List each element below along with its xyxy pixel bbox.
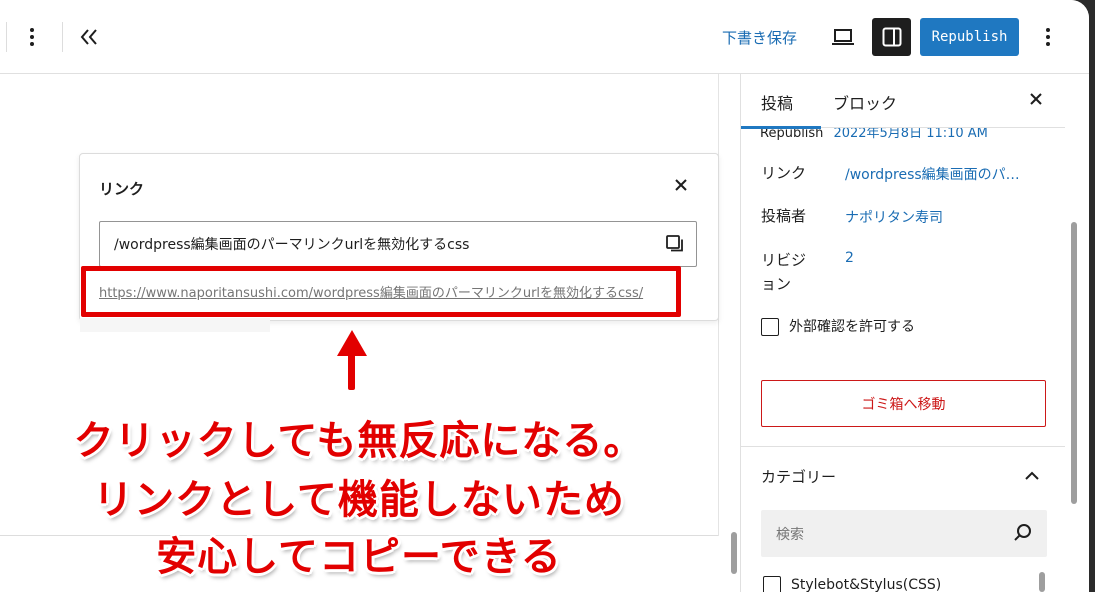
permalink-value-link[interactable]: /wordpress編集画面のパ…	[845, 164, 1020, 184]
vertical-ellipsis-icon[interactable]	[1036, 22, 1060, 52]
move-to-trash-button[interactable]: ゴミ箱へ移動	[761, 380, 1046, 427]
annotation-line-2: リンクとして機能しないため	[93, 477, 625, 523]
annotation-line-1: クリックしても無反応になる。	[73, 418, 645, 464]
double-chevron-left-icon[interactable]	[76, 24, 102, 50]
author-value-link[interactable]: ナポリタン寿司	[845, 207, 943, 227]
allow-external-checkbox[interactable]	[761, 318, 779, 336]
slug-value: /wordpress編集画面のパーマリンクurlを無効化するcss	[114, 237, 470, 253]
tab-post[interactable]: 投稿	[761, 90, 793, 114]
tab-block[interactable]: ブロック	[833, 90, 897, 114]
active-tab-indicator	[741, 126, 821, 129]
category-list-scrollbar[interactable]	[1039, 572, 1045, 592]
allow-external-label: 外部確認を許可する	[789, 319, 915, 335]
annotation-line-3: 安心してコピーできる	[156, 534, 562, 580]
copy-icon[interactable]	[666, 235, 684, 253]
toolbar-separator	[6, 22, 7, 52]
toolbar-separator	[62, 22, 63, 52]
author-label: 投稿者	[761, 207, 807, 225]
republish-button[interactable]: Republish	[920, 18, 1019, 56]
settings-sidebar: Republish 2022年5月8日 11:10 AM 投稿 ブロック リンク …	[740, 74, 1089, 592]
categories-heading[interactable]: カテゴリー	[761, 466, 836, 487]
revisions-label: リビジョン	[761, 251, 807, 293]
panel-divider	[741, 446, 1065, 447]
editor-window: 下書き保存 Republish リンク /wordpress編集画面のパーマリン…	[0, 0, 1089, 592]
popover-title: リンク	[99, 180, 145, 198]
close-icon[interactable]	[1029, 90, 1043, 111]
sidebar-scrollbar[interactable]	[1071, 222, 1077, 504]
laptop-icon[interactable]	[829, 24, 857, 50]
category-search-input[interactable]: 検索	[761, 510, 1047, 557]
save-draft-button[interactable]: 下書き保存	[722, 27, 797, 48]
search-icon	[1014, 524, 1031, 541]
editor-scrollbar[interactable]	[731, 532, 737, 574]
republish-date[interactable]: 2022年5月8日 11:10 AM	[833, 126, 987, 141]
settings-toggle-button[interactable]	[872, 18, 911, 56]
search-placeholder: 検索	[776, 526, 804, 543]
revisions-count-link[interactable]: 2	[845, 250, 854, 266]
highlight-box	[81, 266, 681, 317]
close-icon[interactable]	[674, 176, 688, 197]
top-toolbar: 下書き保存 Republish	[0, 0, 1089, 74]
vertical-ellipsis-icon[interactable]	[20, 22, 44, 52]
editor-block-fragment	[80, 318, 270, 332]
chevron-up-icon[interactable]	[1025, 466, 1039, 485]
link-label: リンク	[761, 164, 807, 182]
category-item-label: Stylebot&Stylus(CSS)	[791, 577, 942, 592]
permalink-slug-field[interactable]: /wordpress編集画面のパーマリンクurlを無効化するcss	[99, 221, 697, 267]
category-checkbox[interactable]	[763, 576, 781, 592]
arrow-shaft	[348, 348, 355, 390]
sidebar-toggle-icon	[882, 27, 901, 47]
